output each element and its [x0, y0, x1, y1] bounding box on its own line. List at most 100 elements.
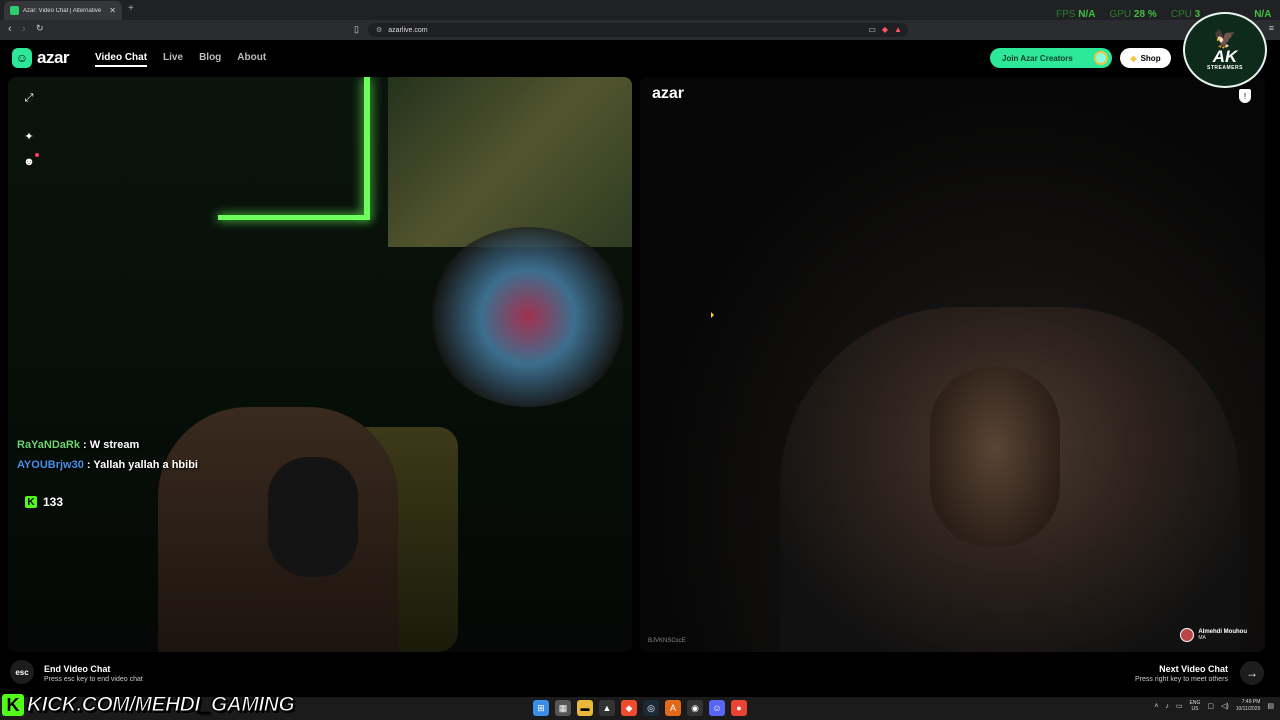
peer-info[interactable]: Almehdi Mouhou MA [1180, 628, 1247, 642]
menu-icon[interactable]: ≡ [1269, 23, 1274, 33]
extra-value: N/A [1254, 9, 1272, 20]
chat-message: RaYaNDaRk : W stream [17, 439, 198, 451]
neon-light [218, 215, 370, 220]
fps-label: FPS [1056, 9, 1076, 20]
nav-live[interactable]: Live [163, 52, 183, 67]
nav-about[interactable]: About [237, 52, 266, 67]
logo-text: azar [37, 48, 70, 67]
azar-favicon-icon [10, 6, 19, 15]
url-text: azarlive.com [388, 26, 428, 34]
nav-blog[interactable]: Blog [199, 52, 221, 67]
kick-logo-icon: K [2, 694, 24, 716]
kick-icon: K [25, 496, 37, 508]
end-chat-hint: Press esc key to end video chat [44, 676, 143, 683]
filter-icon[interactable]: ☻ [22, 153, 39, 169]
chat-text: : W stream [83, 439, 140, 451]
taskbar-apps: ⊞ ▦ ▬ ▲ ◆ ◎ A ◉ ☺ ● [533, 700, 747, 716]
chevron-up-icon[interactable]: ˄ [1154, 703, 1158, 710]
discord-icon[interactable]: ☺ [709, 700, 725, 716]
forward-icon[interactable]: › [22, 23, 26, 35]
brave-icon[interactable]: ◆ [621, 700, 637, 716]
mic-icon[interactable]: ♪ [1165, 703, 1169, 710]
gpu-value: 28 % [1133, 9, 1157, 20]
calendar-icon[interactable]: ▦ [555, 700, 571, 716]
reload-icon[interactable]: ↻ [36, 23, 44, 34]
kick-banner-text: KICK.COM/MEHDI_GAMING [26, 693, 295, 717]
gamepad-art [428, 227, 628, 407]
chat-user: AYOUBrjw30 [17, 459, 84, 471]
file-explorer-icon[interactable]: ▬ [577, 700, 593, 716]
capture-icon[interactable]: ▲ [599, 700, 615, 716]
remote-video-panel: azar ! BJVKNSCxcE Almehdi Mouhou MA [640, 77, 1265, 652]
cpu-label: CPU [1170, 9, 1192, 20]
effects-icon[interactable]: ✦ [22, 129, 36, 143]
next-chat-hint: Press right key to meet others [1135, 676, 1228, 683]
app-icon[interactable]: A [665, 700, 681, 716]
azar-watermark: azar [652, 85, 685, 102]
main-nav: Video Chat Live Blog About [95, 52, 266, 67]
nav-video-chat[interactable]: Video Chat [95, 52, 148, 67]
shop-button[interactable]: ◆ Shop [1120, 48, 1171, 68]
clock[interactable]: 7:49 PM 10/11/2025 [1236, 699, 1261, 713]
local-video-panel: ⤢ ✦ ☻ RaYaNDaRk : W stream AYOUBrjw30 : … [8, 77, 632, 652]
tab-title: Azar: Video Chat | Alternative [23, 7, 102, 14]
wall-poster [388, 77, 632, 247]
badge-subtext: STREAMERS [1207, 64, 1243, 71]
stream-chat: RaYaNDaRk : W stream AYOUBrjw30 : Yallah… [17, 439, 198, 471]
viewer-count-value: 133 [43, 495, 64, 509]
streamer-badge: 🦅 AK STREAMERS [1183, 12, 1267, 88]
cast-icon[interactable]: ▭ [868, 25, 876, 34]
session-id: BJVKNSCxcE [648, 638, 686, 644]
system-tray: ˄ ♪ ▭ ENG US ▢ ◁) 7:49 PM 10/11/2025 ▤ [1154, 699, 1274, 713]
eagle-icon: 🦅 [1213, 28, 1237, 49]
brave-shield-icon[interactable]: ◆ [882, 25, 888, 34]
azar-logo-icon: ☺ [12, 48, 32, 68]
viewer-count: K 133 [25, 495, 63, 509]
notifications-icon[interactable]: ▤ [1267, 702, 1274, 710]
chat-controls: esc End Video Chat Press esc key to end … [0, 657, 1280, 692]
volume-icon[interactable]: ◁) [1221, 702, 1229, 710]
mouse-cursor-icon [711, 312, 714, 318]
join-creators-button[interactable]: Join Azar Creators [990, 48, 1112, 68]
chat-text: : Yallah yallah a hbibi [86, 459, 198, 471]
chrome-icon[interactable]: ● [731, 700, 747, 716]
creators-avatar-icon [1094, 51, 1108, 65]
close-icon[interactable]: ✕ [109, 6, 116, 15]
browser-tab-bar: Azar: Video Chat | Alternative ✕ + FPS N… [0, 0, 1280, 20]
rewards-icon[interactable]: ▲ [894, 25, 902, 34]
site-info-icon[interactable]: ⚙ [376, 26, 382, 34]
fps-value: N/A [1078, 9, 1096, 20]
azar-logo[interactable]: ☺ azar [12, 48, 70, 68]
badge-text: AK [1212, 46, 1238, 66]
start-icon[interactable]: ⊞ [533, 700, 549, 716]
address-bar-row: ‹ › ↻ ▯ ⚙ azarlive.com ▭ ◆ ▲ ✣ ▤ ≡ [0, 20, 1280, 40]
url-field[interactable]: ⚙ azarlive.com ▭ ◆ ▲ [368, 23, 908, 37]
end-chat-title[interactable]: End Video Chat [44, 664, 110, 674]
chat-message: AYOUBrjw30 : Yallah yallah a hbibi [17, 459, 198, 471]
kick-banner: K KICK.COM/MEHDI_GAMING [2, 692, 295, 718]
language-indicator[interactable]: ENG US [1190, 700, 1201, 712]
obs-icon[interactable]: ◉ [687, 700, 703, 716]
expand-icon[interactable]: ⤢ [22, 91, 36, 105]
next-chat-title[interactable]: Next Video Chat [1159, 664, 1228, 674]
next-chat-arrow-icon[interactable]: → [1240, 661, 1264, 685]
steam-icon[interactable]: ◎ [643, 700, 659, 716]
clock-date: 10/11/2025 [1235, 706, 1261, 712]
avatar [1180, 628, 1195, 642]
headset [268, 457, 358, 577]
lang-region: US [1191, 706, 1199, 712]
gpu-label: GPU [1109, 9, 1132, 20]
shop-label: Shop [1140, 53, 1161, 63]
azar-header: ☺ azar Video Chat Live Blog About Join A… [0, 40, 1280, 76]
usb-icon[interactable]: ▭ [1176, 702, 1183, 710]
end-chat-button[interactable]: esc [10, 660, 34, 684]
neon-light [364, 77, 370, 217]
report-shield-icon[interactable]: ! [1239, 89, 1251, 103]
network-icon[interactable]: ▢ [1207, 702, 1214, 710]
back-icon[interactable]: ‹ [8, 23, 12, 35]
clock-time: 7:49 PM [1241, 699, 1261, 705]
browser-tab[interactable]: Azar: Video Chat | Alternative ✕ [4, 1, 122, 20]
bookmark-icon[interactable]: ▯ [354, 24, 359, 35]
peer-country: MA [1198, 635, 1206, 641]
new-tab-button[interactable]: + [128, 3, 134, 14]
